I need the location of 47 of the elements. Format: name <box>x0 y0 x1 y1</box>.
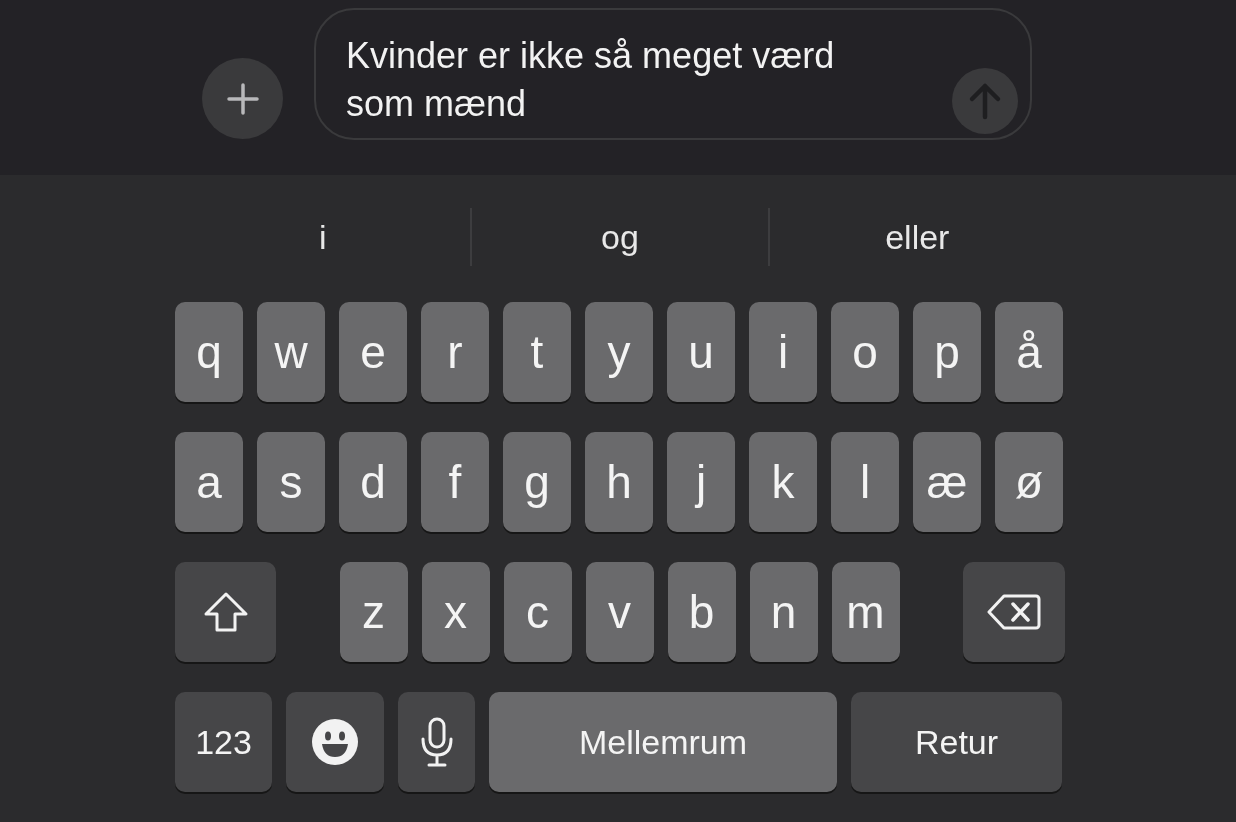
letter-key[interactable]: w <box>257 302 325 402</box>
letter-key[interactable]: e <box>339 302 407 402</box>
letter-key[interactable]: u <box>667 302 735 402</box>
letter-key[interactable]: y <box>585 302 653 402</box>
delete-key[interactable] <box>963 562 1065 662</box>
letter-key[interactable]: t <box>503 302 571 402</box>
suggestion[interactable]: eller <box>885 217 950 257</box>
numbers-key[interactable]: 123 <box>175 692 272 792</box>
letter-key[interactable]: b <box>667 562 736 662</box>
letter-key[interactable]: d <box>339 432 407 532</box>
letter-key[interactable]: å <box>995 302 1063 402</box>
letter-key[interactable]: v <box>585 562 654 662</box>
letter-key[interactable]: z <box>339 562 408 662</box>
letter-key[interactable]: r <box>421 302 489 402</box>
letter-key[interactable]: c <box>503 562 572 662</box>
letter-key[interactable]: m <box>831 562 900 662</box>
letter-key[interactable]: æ <box>913 432 981 532</box>
letter-key[interactable]: h <box>585 432 653 532</box>
shift-key[interactable] <box>175 562 276 662</box>
letter-key[interactable]: o <box>831 302 899 402</box>
plus-icon <box>226 82 259 115</box>
letter-key[interactable]: x <box>421 562 490 662</box>
suggestion[interactable]: i <box>318 217 327 257</box>
arrow-up-icon <box>968 82 1002 120</box>
space-bar[interactable]: Mellemrum <box>489 692 837 792</box>
smiley-icon <box>311 718 359 766</box>
return-key[interactable]: Retur <box>851 692 1062 792</box>
letter-key[interactable]: l <box>831 432 899 532</box>
letter-key[interactable]: s <box>257 432 325 532</box>
letter-key[interactable]: n <box>749 562 818 662</box>
letter-key[interactable]: i <box>749 302 817 402</box>
message-field[interactable]: Kvinder er ikke så meget værd som mænd <box>314 8 1032 140</box>
letter-key[interactable]: a <box>175 432 243 532</box>
microphone-key[interactable] <box>398 692 475 792</box>
suggestion[interactable]: og <box>601 217 639 257</box>
letter-key[interactable]: p <box>913 302 981 402</box>
microphone-icon <box>419 717 454 767</box>
message-text: Kvinder er ikke så meget værd som mænd <box>346 34 836 126</box>
backspace-icon <box>987 593 1041 631</box>
letter-key[interactable]: j <box>667 432 735 532</box>
letter-key[interactable]: ø <box>995 432 1063 532</box>
letter-key[interactable]: k <box>749 432 817 532</box>
letter-key[interactable]: q <box>175 302 243 402</box>
shift-icon <box>202 591 249 633</box>
letter-key[interactable]: f <box>421 432 489 532</box>
letter-key[interactable]: g <box>503 432 571 532</box>
emoji-key[interactable] <box>286 692 384 792</box>
